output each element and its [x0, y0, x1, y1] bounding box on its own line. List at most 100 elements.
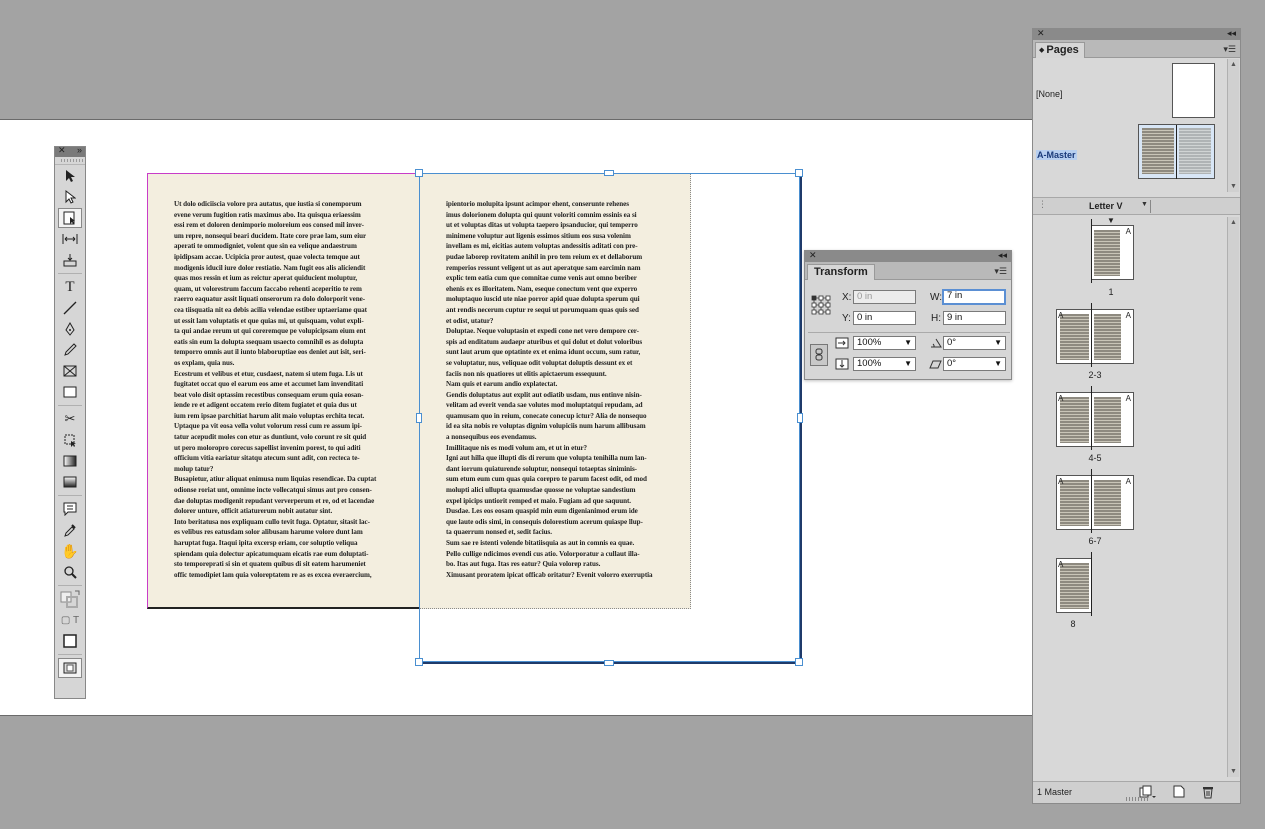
thumbnail-text	[1142, 128, 1174, 174]
w-label: W:	[930, 292, 943, 303]
hand-tool-icon[interactable]: ✋	[58, 541, 82, 561]
master-letter: A	[1058, 560, 1064, 569]
scale-y-select[interactable]: 100% ▼	[853, 357, 916, 371]
panel-grip[interactable]	[55, 157, 85, 165]
page-tool-icon[interactable]	[58, 208, 82, 228]
spread-spine	[1091, 303, 1092, 367]
tool-separator	[58, 654, 82, 655]
page-thumbnail-4-5[interactable]: A A	[1056, 392, 1134, 447]
fill-stroke-swatch-icon[interactable]	[58, 589, 82, 609]
free-transform-tool-icon[interactable]	[58, 430, 82, 450]
apply-color-icon[interactable]	[58, 631, 82, 651]
content-collector-icon[interactable]	[58, 250, 82, 270]
transform-titlebar[interactable]: ✕ ◂◂	[805, 250, 1011, 262]
shear-select[interactable]: 0° ▼	[943, 357, 1006, 371]
master-letter: A	[1058, 311, 1064, 320]
page-label-8: 8	[1070, 619, 1076, 629]
scale-x-value: 100%	[857, 337, 882, 348]
scroll-down-icon[interactable]: ▼	[1230, 183, 1237, 190]
handle-middle-right[interactable]	[797, 413, 803, 423]
direct-selection-tool-icon[interactable]	[58, 187, 82, 207]
handle-top-middle[interactable]	[604, 170, 614, 176]
handle-top-right[interactable]	[795, 169, 803, 177]
pages-divider[interactable]: ⋮ Letter V ▼	[1033, 197, 1240, 215]
page-size-dropdown-icon[interactable]: ▼	[1141, 201, 1148, 208]
collapse-icon[interactable]: »	[77, 145, 82, 155]
gradient-feather-tool-icon[interactable]	[58, 472, 82, 492]
panel-menu-icon[interactable]: ▾☰	[1223, 44, 1236, 55]
tools-titlebar[interactable]: ✕ »	[55, 145, 85, 157]
tools-panel: ✕ » T ✂ ✋ ▢ T	[54, 145, 86, 699]
note-tool-icon[interactable]	[58, 499, 82, 519]
reference-point-icon[interactable]	[811, 295, 831, 315]
rectangle-frame-tool-icon[interactable]	[58, 361, 82, 381]
scissors-tool-icon[interactable]: ✂	[58, 409, 82, 429]
tab-transform[interactable]: Transform	[807, 264, 875, 280]
pages-scrollbar[interactable]: ▲ ▼	[1227, 217, 1239, 777]
h-field[interactable]: 9 in	[943, 311, 1006, 325]
close-icon[interactable]: ✕	[809, 250, 817, 261]
scale-x-icon	[835, 337, 849, 349]
spread-spine	[1091, 469, 1092, 533]
collapse-icon[interactable]: ◂◂	[1227, 28, 1236, 39]
dropdown-arrow-icon: ▼	[904, 338, 912, 347]
rectangle-tool-icon[interactable]	[58, 382, 82, 402]
scale-y-value: 100%	[857, 358, 882, 369]
tab-pages[interactable]: ◆ Pages	[1035, 42, 1085, 58]
master-none-label[interactable]: [None]	[1036, 89, 1063, 99]
handle-bottom-middle[interactable]	[604, 660, 614, 666]
text-frame-right[interactable]: ipientorio molupita ipsunt acimpor ehent…	[446, 199, 668, 584]
screen-mode-icon[interactable]	[58, 658, 82, 678]
type-tool-icon[interactable]: T	[58, 277, 82, 297]
scale-x-select[interactable]: 100% ▼	[853, 336, 916, 350]
scroll-up-icon[interactable]: ▲	[1230, 219, 1237, 226]
selection-tool-icon[interactable]	[58, 166, 82, 186]
tab-toggle-icon: ◆	[1039, 47, 1045, 54]
y-field[interactable]: 0 in	[853, 311, 916, 325]
rotate-icon	[931, 338, 942, 348]
transform-tabrow: Transform ▾☰	[805, 262, 1011, 280]
master-a-label[interactable]: A-Master	[1036, 150, 1077, 160]
text-frame-left[interactable]: Ut dolo odiciiscia volore pra autatus, q…	[174, 199, 396, 584]
master-letter: A	[1125, 227, 1131, 236]
shear-value: 0°	[947, 358, 957, 369]
handle-bottom-left[interactable]	[415, 658, 423, 666]
gradient-swatch-tool-icon[interactable]	[58, 451, 82, 471]
handle-bottom-right[interactable]	[795, 658, 803, 666]
constrain-proportions-icon[interactable]	[810, 344, 828, 366]
pencil-tool-icon[interactable]	[58, 340, 82, 360]
page-thumbnail-2-3[interactable]: A A	[1056, 309, 1134, 364]
panel-menu-icon[interactable]: ▾☰	[994, 266, 1007, 277]
x-field[interactable]: 0 in	[853, 290, 916, 304]
w-field[interactable]: 7 in	[942, 289, 1006, 305]
panel-resize-grip[interactable]	[1126, 797, 1148, 801]
masters-scrollbar[interactable]: ▲ ▼	[1227, 59, 1239, 192]
master-none-thumbnail[interactable]	[1172, 63, 1215, 118]
zoom-tool-icon[interactable]	[58, 562, 82, 582]
page-thumbnail-6-7[interactable]: A A	[1056, 475, 1134, 530]
pages-tabrow: ◆ Pages ▾☰	[1033, 40, 1240, 58]
eyedropper-tool-icon[interactable]	[58, 520, 82, 540]
gap-tool-icon[interactable]	[58, 229, 82, 249]
formatting-affects-icon[interactable]: ▢ T	[58, 610, 82, 630]
divider-separator	[1150, 200, 1151, 213]
page-size-label[interactable]: Letter V	[1089, 201, 1123, 211]
pages-titlebar[interactable]: ✕ ◂◂	[1033, 28, 1240, 40]
page-thumbnail-1[interactable]: A	[1091, 225, 1134, 280]
page-thumbnail-8[interactable]: A	[1056, 558, 1092, 613]
current-page-marker-icon: ▼	[1107, 216, 1115, 225]
rotate-select[interactable]: 0° ▼	[943, 336, 1006, 350]
handle-top-left[interactable]	[415, 169, 423, 177]
close-icon[interactable]: ✕	[1037, 28, 1045, 39]
collapse-icon[interactable]: ◂◂	[998, 250, 1007, 261]
x-label: X:	[842, 292, 852, 303]
line-tool-icon[interactable]	[58, 298, 82, 318]
scroll-down-icon[interactable]: ▼	[1230, 768, 1237, 775]
new-page-icon[interactable]	[1173, 785, 1185, 799]
handle-middle-left[interactable]	[416, 413, 422, 423]
close-icon[interactable]: ✕	[58, 145, 66, 156]
delete-page-icon[interactable]	[1202, 785, 1214, 799]
master-a-thumbnail[interactable]	[1138, 124, 1215, 179]
scroll-up-icon[interactable]: ▲	[1230, 61, 1237, 68]
pen-tool-icon[interactable]	[58, 319, 82, 339]
